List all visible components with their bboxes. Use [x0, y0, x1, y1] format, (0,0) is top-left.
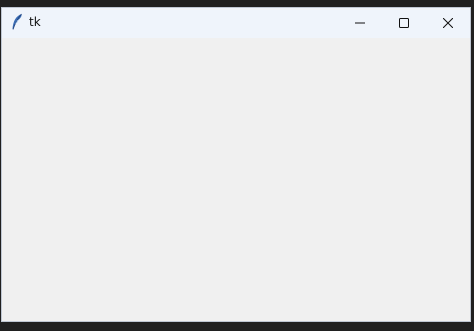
- desktop: tk: [0, 0, 474, 331]
- window-client-area: [2, 38, 470, 321]
- minimize-button[interactable]: [338, 8, 382, 38]
- feather-icon: [10, 13, 24, 31]
- close-icon: [443, 18, 453, 28]
- maximize-icon: [399, 18, 409, 28]
- close-button[interactable]: [426, 8, 470, 38]
- minimize-icon: [355, 22, 365, 24]
- window-title: tk: [29, 15, 41, 29]
- title-bar[interactable]: tk: [2, 8, 470, 38]
- maximize-button[interactable]: [382, 8, 426, 38]
- tk-window: tk: [1, 7, 471, 322]
- window-controls: [338, 8, 470, 38]
